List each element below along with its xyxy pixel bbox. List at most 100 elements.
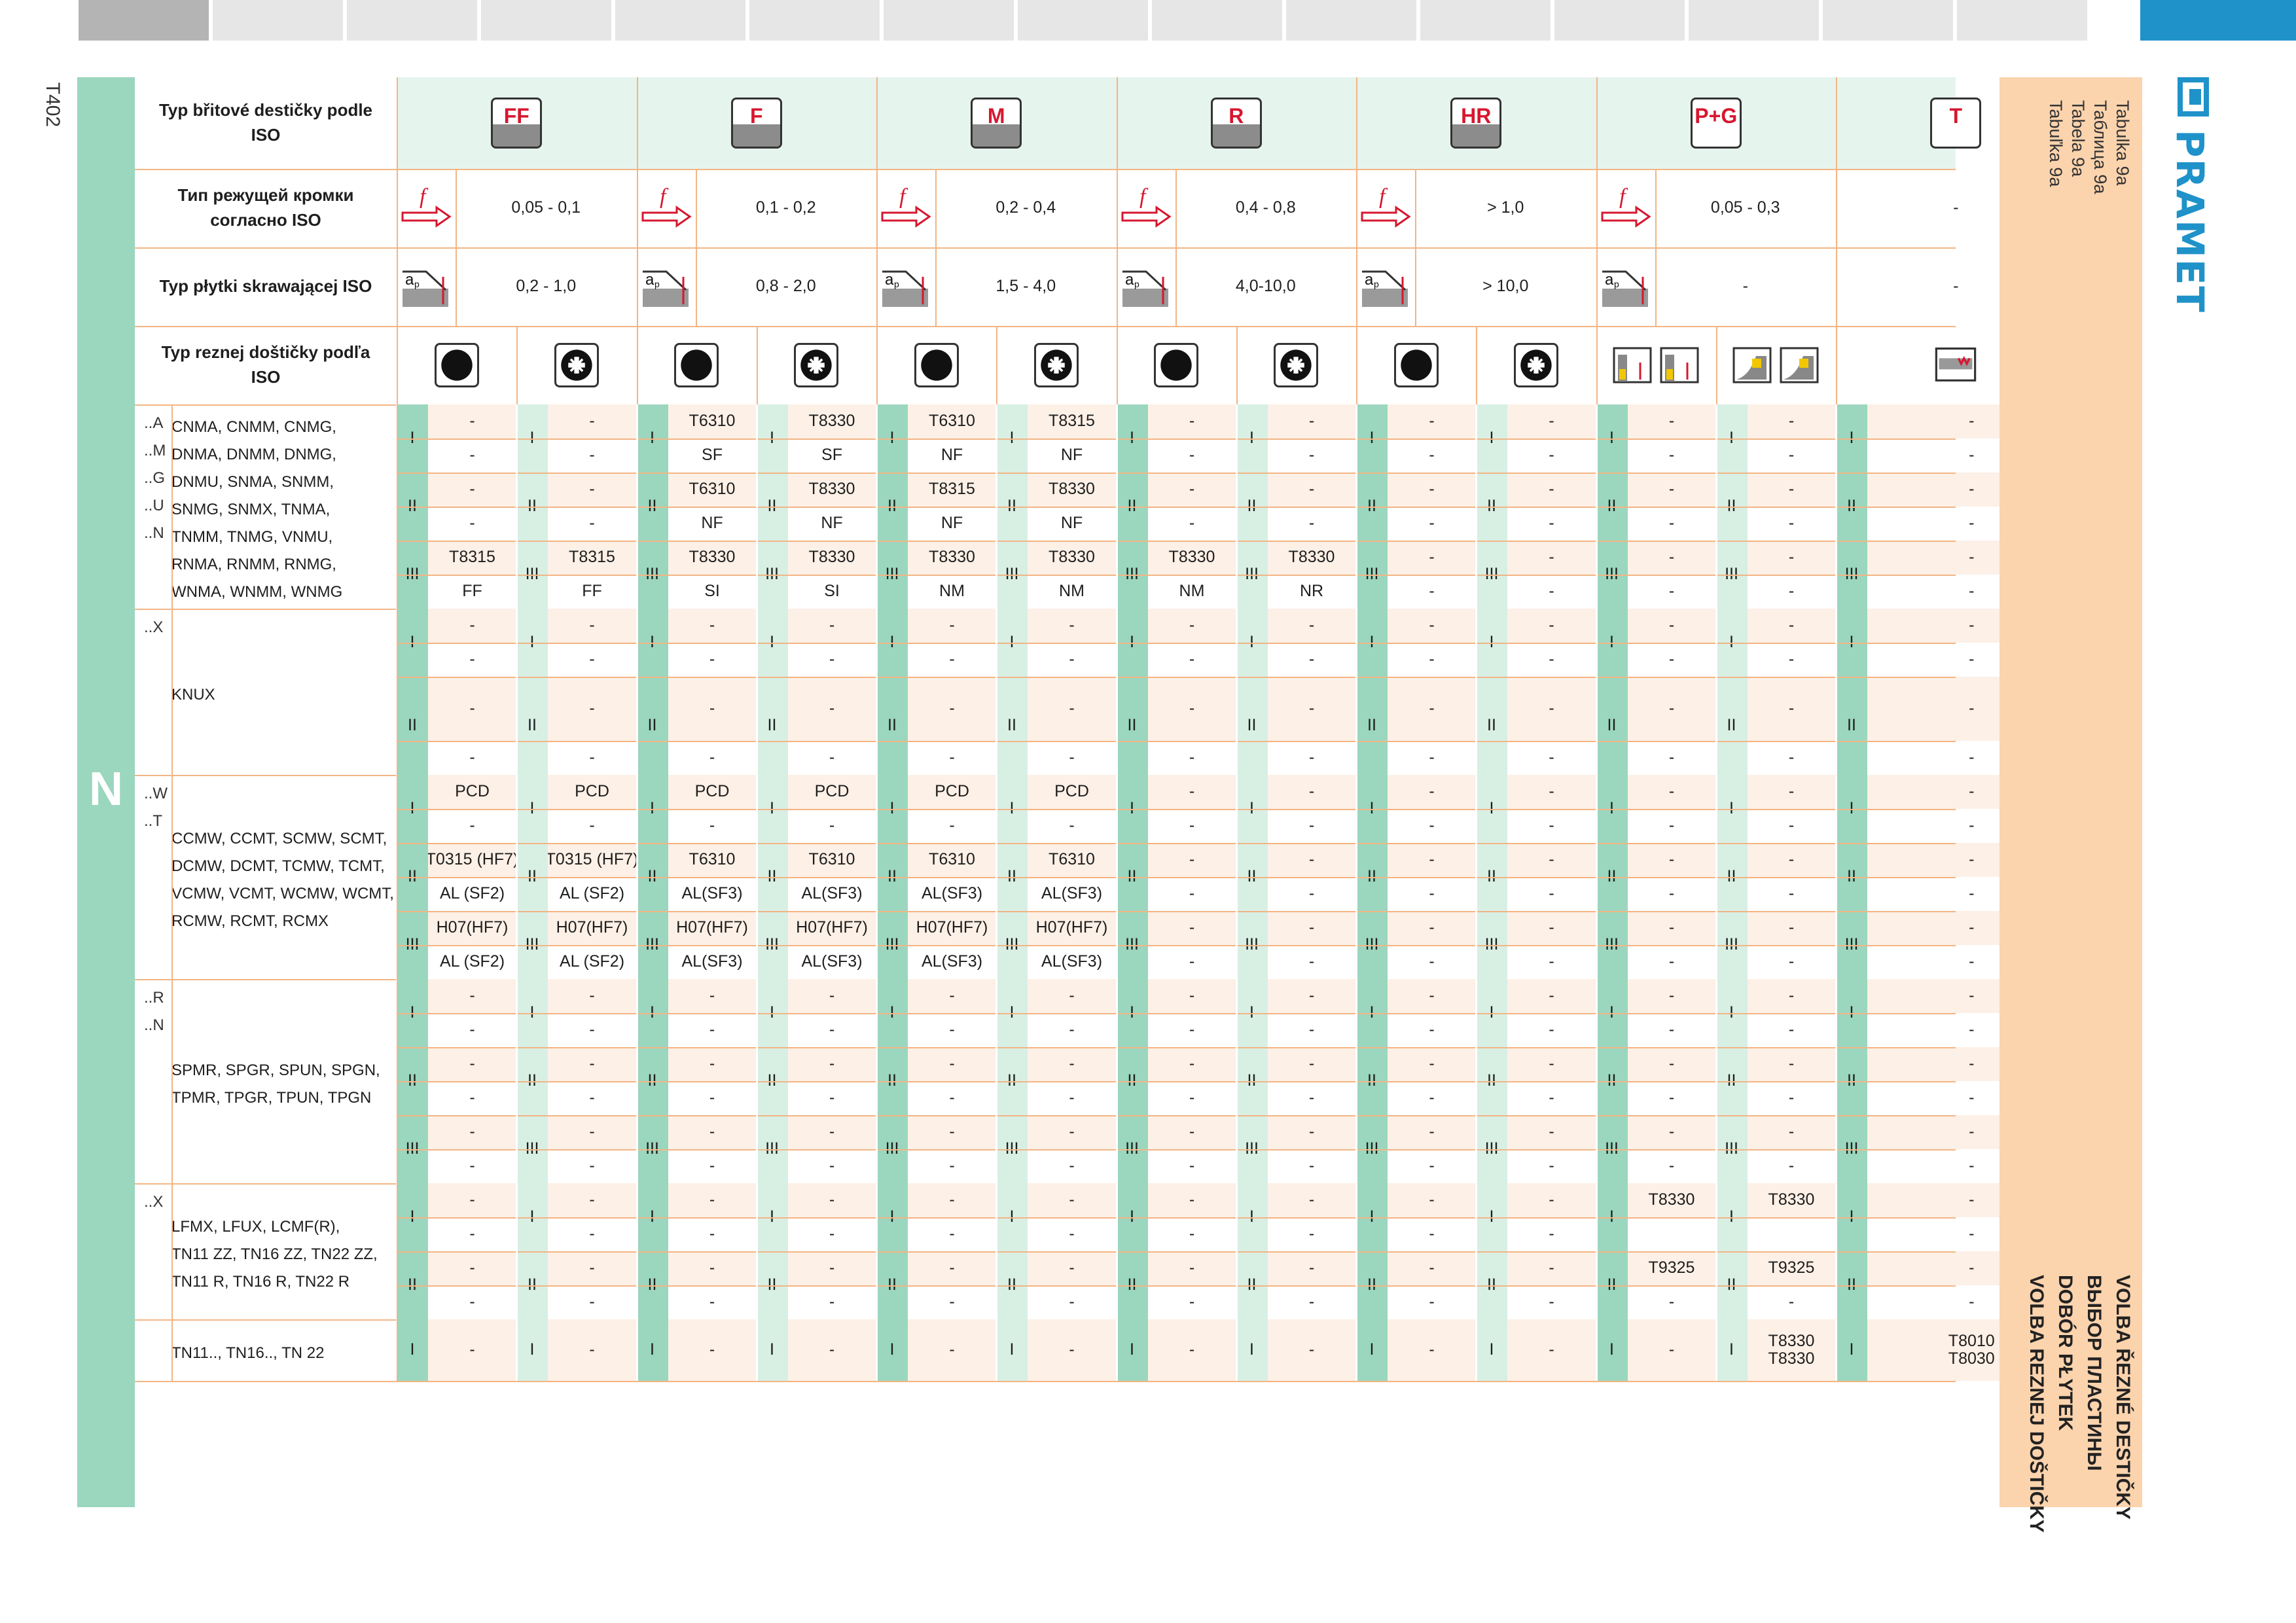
svg-text:a: a [405,271,414,289]
threading-icon [1935,348,1977,382]
grade-value: - [548,677,636,741]
group-label: F [749,104,763,128]
grade-value: PCD [787,775,876,809]
grade-value: - [1189,1088,1195,1107]
brand-name: PRAMET [2168,130,2212,313]
grade-value: - [908,1251,996,1285]
row-divider [397,945,1956,946]
grade-value: - [1069,650,1075,669]
grade-value: - [1747,677,1836,741]
column-gap [876,404,878,1381]
column-divider [1596,77,1598,404]
grade-value: - [1788,582,1795,601]
top-tab [749,0,880,41]
grade-value: - [1429,1020,1435,1039]
grade-value: - [1267,1047,1356,1081]
grade-value: - [1668,1088,1675,1107]
grade-value: - [829,748,835,767]
grade-value: - [1267,677,1356,741]
grade-value: - [1267,911,1356,945]
grade-value: - [1429,1224,1435,1243]
grade-value: - [709,748,715,767]
continuous-cut-icon [1154,343,1198,387]
top-tab [481,0,611,41]
top-tab [1689,0,1819,41]
row-divider [397,438,1956,440]
grade-value: - [1147,677,1236,741]
group-label: P+G [1695,104,1738,128]
grade-value: - [1028,1115,1116,1149]
column-gap [1475,404,1477,1381]
machining-condition-cell: I [1715,1319,1748,1381]
grade-value: PCD [668,775,757,809]
grade-value: - [787,1047,876,1081]
grade-value: - [1507,1183,1596,1217]
top-tab [615,0,745,41]
grade-value: - [1388,1115,1476,1149]
grade-value: - [1147,1183,1236,1217]
grade-value: - [469,1156,475,1175]
insert-designations: SPMR, SPGR, SPUN, SPGN, TPMR, TPGR, TPUN,… [171,979,397,1183]
grooving-icon [1613,347,1652,383]
feed-value: 0,05 - 0,3 [1710,198,1780,217]
top-tab [213,0,343,41]
column-divider [171,404,173,1381]
grade-value: - [1147,473,1236,507]
grade-value: - [469,514,475,533]
grade-value: AL (SF2) [559,884,625,903]
series-codes: ..W ..T [135,775,171,979]
grade-value: NM [939,582,965,601]
grade-value: - [949,816,955,835]
column-divider [996,326,997,404]
grade-value: AL(SF3) [681,884,743,903]
grade-value: - [428,677,516,741]
grade-value: - [469,650,475,669]
grade-value: - [1627,979,1716,1013]
grade-value: FF [582,582,602,601]
grade-value: - [1747,609,1836,643]
grade-value: - [548,1251,636,1285]
grade-value: - [1627,775,1716,809]
svg-text:a: a [645,271,655,289]
machining-condition-cell: II [756,677,788,775]
grade-value: - [709,1156,715,1175]
section-letter: N [89,763,123,815]
insert-type-line: TN11 R, TN16 R, TN22 R [171,1273,350,1291]
column-gap [755,404,758,1381]
grade-value: PCD [908,775,996,809]
grade-value: T6310 [908,404,996,438]
grade-value: AL (SF2) [439,884,505,903]
table-label-cz: Tabulka 9a [2113,100,2132,186]
insert-type-line: TPMR, TPGR, TPUN, TPGN [171,1089,372,1107]
grade-value: - [1189,1293,1195,1311]
grade-value: - [428,404,516,438]
condition-cell [1596,326,1716,404]
grade-value: - [1668,1293,1675,1311]
grade-value: - [1267,1319,1356,1381]
depth-of-cut-icon: ap [1122,270,1168,307]
grade-value: T6310 [1028,843,1116,877]
column-divider [397,77,398,404]
grade-value: - [1747,775,1836,809]
grade-value: - [1627,843,1716,877]
machining-condition-cell: I [876,1319,908,1381]
machining-condition-cell: II [1596,677,1628,775]
grade-value: T8330 [1267,541,1356,575]
grade-value: - [1549,816,1554,835]
grade-value: - [428,1251,516,1285]
insert-type-line: DCMW, DCMT, TCMW, TCMT, [171,857,385,875]
grade-value: - [428,1183,516,1217]
grade-value: T8315 [548,541,636,575]
grade-value: - [1189,884,1195,903]
depth-of-cut-icon: ap [1362,270,1408,307]
grade-value: - [1507,1047,1596,1081]
grade-value: T8330 [1028,473,1116,507]
svg-text:p: p [1614,279,1619,289]
selection-table: Typ břitové destičky podle ISO Тип режуще… [135,77,2076,1507]
continuous-cut-icon [1393,343,1439,387]
grade-value: T9325 [1627,1251,1716,1285]
grade-value: - [1549,1088,1554,1107]
grade-value: - [1189,446,1195,465]
interrupted-cut-icon [554,343,599,387]
grade-value: - [1429,952,1435,971]
